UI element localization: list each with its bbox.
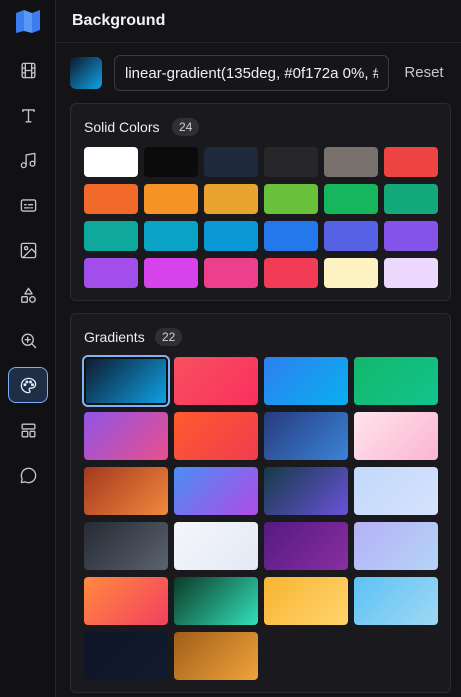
sidebar-item-text[interactable] (8, 97, 48, 133)
solid-color-swatch[interactable] (204, 147, 258, 177)
gradient-swatch[interactable] (264, 357, 348, 405)
current-color-swatch[interactable] (70, 57, 102, 89)
gradient-swatch[interactable] (264, 522, 348, 570)
reset-button[interactable]: Reset (397, 60, 451, 86)
gradients-section: Gradients 22 (70, 313, 451, 693)
solid-color-swatch[interactable] (264, 147, 318, 177)
solid-color-swatch[interactable] (384, 221, 438, 251)
solid-color-swatch[interactable] (324, 221, 378, 251)
gradient-swatch[interactable] (82, 355, 170, 407)
gradients-title: Gradients (84, 329, 145, 345)
solid-color-swatch[interactable] (384, 184, 438, 214)
solid-color-swatch[interactable] (204, 184, 258, 214)
panel-header: Background (57, 0, 461, 43)
solid-color-swatch[interactable] (384, 258, 438, 288)
solid-color-swatch[interactable] (84, 184, 138, 214)
gradient-swatch[interactable] (354, 577, 438, 625)
solid-color-swatch[interactable] (384, 147, 438, 177)
panel-title: Background (72, 12, 166, 29)
solid-color-swatch[interactable] (264, 221, 318, 251)
gradient-swatch[interactable] (174, 467, 258, 515)
sidebar-item-comments[interactable] (8, 457, 48, 493)
image-icon (20, 242, 36, 258)
solid-color-swatch[interactable] (324, 147, 378, 177)
solid-color-swatch[interactable] (84, 147, 138, 177)
solid-color-swatch[interactable] (144, 221, 198, 251)
solid-color-swatch[interactable] (324, 184, 378, 214)
solid-color-swatch[interactable] (264, 184, 318, 214)
subtitles-icon (20, 198, 36, 212)
solid-color-swatch[interactable] (204, 221, 258, 251)
palette-icon (20, 377, 36, 393)
text-icon (21, 108, 35, 123)
sidebar-item-shapes[interactable] (8, 277, 48, 313)
film-icon (20, 62, 36, 78)
solid-color-swatch[interactable] (204, 258, 258, 288)
chat-icon (20, 467, 36, 483)
sidebar-item-layout[interactable] (8, 412, 48, 448)
gradient-swatch[interactable] (264, 577, 348, 625)
sidebar-item-captions[interactable] (8, 187, 48, 223)
solid-color-swatch[interactable] (144, 184, 198, 214)
sidebar-item-media[interactable] (8, 52, 48, 88)
gradient-swatch[interactable] (174, 522, 258, 570)
gradient-swatch[interactable] (264, 467, 348, 515)
gradient-swatch[interactable] (84, 467, 168, 515)
solid-color-swatch[interactable] (264, 258, 318, 288)
solid-color-swatch[interactable] (324, 258, 378, 288)
sidebar-item-audio[interactable] (8, 142, 48, 178)
layout-icon (20, 422, 36, 438)
background-value-input[interactable] (114, 55, 389, 91)
solid-colors-count-badge: 24 (172, 118, 200, 136)
shapes-icon (20, 287, 36, 303)
gradient-swatch[interactable] (354, 522, 438, 570)
gradient-swatch[interactable] (174, 577, 258, 625)
app-logo-icon (16, 10, 40, 33)
gradient-swatch[interactable] (354, 412, 438, 460)
sidebar (0, 0, 56, 697)
solid-colors-title: Solid Colors (84, 119, 160, 135)
solid-color-swatch[interactable] (144, 147, 198, 177)
gradient-swatch[interactable] (84, 522, 168, 570)
gradient-swatch[interactable] (264, 412, 348, 460)
solid-colors-section: Solid Colors 24 (70, 103, 451, 301)
sidebar-item-zoom[interactable] (8, 322, 48, 358)
gradients-count-badge: 22 (155, 328, 183, 346)
gradient-swatch[interactable] (174, 357, 258, 405)
gradient-swatch[interactable] (84, 632, 168, 680)
solid-colors-grid (84, 147, 438, 288)
sidebar-item-background[interactable] (8, 367, 48, 403)
gradient-swatch[interactable] (174, 632, 258, 680)
background-panel: Background Reset Solid Colors 24 Gradien… (57, 0, 461, 697)
gradient-swatch[interactable] (354, 467, 438, 515)
gradient-swatch[interactable] (354, 357, 438, 405)
sidebar-item-images[interactable] (8, 232, 48, 268)
zoom-in-icon (20, 332, 36, 348)
solid-color-swatch[interactable] (144, 258, 198, 288)
solid-color-swatch[interactable] (84, 258, 138, 288)
gradient-swatch[interactable] (84, 412, 168, 460)
gradient-swatch[interactable] (84, 577, 168, 625)
music-icon (20, 152, 36, 168)
gradients-grid (82, 355, 438, 680)
gradient-swatch[interactable] (174, 412, 258, 460)
solid-color-swatch[interactable] (84, 221, 138, 251)
